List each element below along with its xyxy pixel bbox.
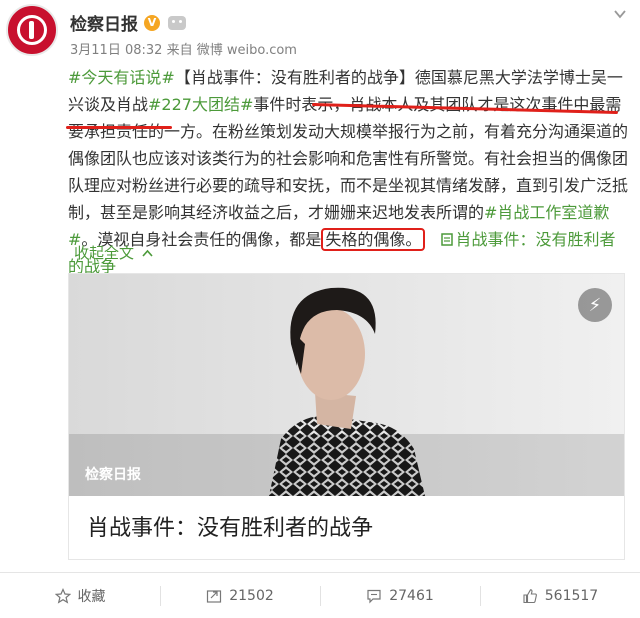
post-source[interactable]: 微博 weibo.com bbox=[197, 43, 297, 58]
topic-tag-today[interactable]: #今天有话说# bbox=[68, 68, 175, 87]
thumbs-up-icon bbox=[523, 588, 537, 603]
post-date: 3月11日 08:32 bbox=[70, 43, 163, 58]
lightning-icon[interactable]: ⚡ bbox=[578, 288, 612, 322]
article-card[interactable]: ⚡ 检察日报 肖战事件：没有胜利者的战争 bbox=[68, 273, 625, 560]
logo-icon bbox=[17, 15, 47, 45]
topic-tag-227[interactable]: #227大团结# bbox=[148, 95, 253, 114]
repost-button[interactable]: 21502 bbox=[160, 573, 320, 618]
star-icon bbox=[54, 587, 71, 604]
card-source-label: 检察日报 bbox=[85, 467, 141, 483]
like-count: 561517 bbox=[544, 587, 599, 604]
action-bar: 收藏 21502 27461 561517 bbox=[0, 572, 640, 618]
post-header: 检察日报 V 3月11日 08:32 来自 微博 weibo.com bbox=[0, 0, 640, 64]
verified-icon: V bbox=[144, 14, 160, 31]
chevron-up-icon bbox=[142, 249, 153, 257]
comment-count: 27461 bbox=[389, 587, 434, 604]
collapse-label: 收起全文 bbox=[74, 244, 135, 262]
portrait-illustration bbox=[69, 274, 624, 496]
robot-icon bbox=[168, 15, 186, 30]
collapse-button[interactable]: 收起全文 bbox=[74, 242, 153, 263]
comment-button[interactable]: 27461 bbox=[320, 573, 480, 618]
author-row: 检察日报 V bbox=[70, 10, 186, 35]
repost-icon bbox=[207, 589, 222, 603]
annotation-underline bbox=[66, 126, 172, 129]
comment-icon bbox=[367, 589, 381, 603]
post-meta: 3月11日 08:32 来自 微博 weibo.com bbox=[70, 39, 297, 58]
favorite-button[interactable]: 收藏 bbox=[0, 573, 160, 618]
author-name[interactable]: 检察日报 bbox=[70, 10, 138, 35]
card-title: 肖战事件：没有胜利者的战争 bbox=[87, 516, 374, 541]
source-prefix: 来自 bbox=[166, 43, 193, 58]
chevron-down-icon[interactable] bbox=[614, 8, 626, 20]
avatar[interactable] bbox=[6, 4, 58, 56]
like-button[interactable]: 561517 bbox=[480, 573, 640, 618]
favorite-label: 收藏 bbox=[77, 588, 106, 605]
repost-count: 21502 bbox=[229, 587, 274, 604]
link-doc-icon bbox=[440, 233, 453, 246]
article-cover-image: ⚡ 检察日报 bbox=[69, 274, 624, 496]
circled-text: 失格的偶像。 bbox=[321, 228, 426, 251]
